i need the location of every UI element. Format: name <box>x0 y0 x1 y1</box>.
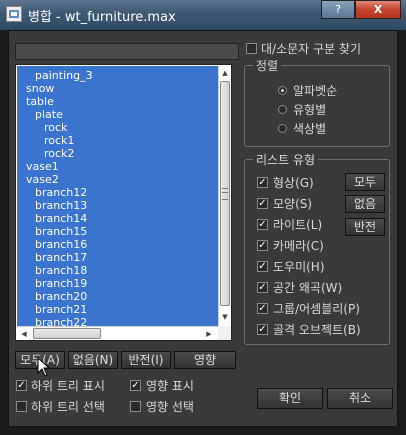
list-item[interactable]: rock <box>44 121 67 134</box>
list-item[interactable]: rock1 <box>44 134 74 147</box>
sort-option-label: 색상별 <box>293 122 327 136</box>
list-item[interactable]: table <box>26 95 54 108</box>
case-sensitive-checkbox[interactable] <box>246 43 257 54</box>
list-type-label: 골격 오브젝트(B) <box>273 323 361 337</box>
filter-input[interactable] <box>15 43 239 60</box>
show-influence-checkbox[interactable]: ✓ <box>130 380 141 391</box>
list-item[interactable]: plate <box>35 108 63 121</box>
select-influence-label: 영향 선택 <box>146 400 194 414</box>
help-button[interactable]: ? <box>321 0 355 19</box>
scroll-up-arrow-icon[interactable]: ▲ <box>219 67 231 79</box>
sort-option-label: 알파벳순 <box>293 84 338 98</box>
list-type-checkbox[interactable]: ✓ <box>257 198 268 209</box>
list-type-label: 라이트(L) <box>273 218 323 232</box>
app-icon <box>6 6 22 22</box>
show-subtree-label: 하위 트리 표시 <box>31 379 105 393</box>
list-type-checkbox[interactable]: ✓ <box>257 219 268 230</box>
types-invert-button[interactable]: 반전 <box>345 218 385 236</box>
grip-icon <box>222 188 228 200</box>
list-type-label: 카메라(C) <box>273 239 324 253</box>
list-item[interactable]: vase1 <box>26 160 59 173</box>
sort-group-title: 정렬 <box>253 57 282 74</box>
list-item[interactable]: rock2 <box>44 147 74 160</box>
select-influence-checkbox[interactable] <box>130 401 141 412</box>
invert-selection-button[interactable]: 반전(I) <box>121 351 171 369</box>
list-item[interactable]: painting_3 <box>35 69 93 82</box>
horizontal-scrollbar[interactable]: ◀ ▶ <box>17 326 218 340</box>
select-subtree-label: 하위 트리 선택 <box>31 400 105 414</box>
merge-dialog: 병합 - wt_furniture.max ? X 대/소문자 구분 찾기 pa… <box>0 0 406 435</box>
list-item[interactable]: branch21 <box>35 303 87 316</box>
window-title: 병합 - wt_furniture.max <box>28 10 176 25</box>
list-item[interactable]: branch12 <box>35 186 87 199</box>
scroll-left-arrow-icon[interactable]: ◀ <box>18 328 30 340</box>
sort-radio[interactable] <box>278 105 287 114</box>
object-list-items[interactable]: painting_3 snow table plate rock rock1 rock2 va… <box>17 66 218 326</box>
object-list[interactable]: painting_3 snow table plate rock rock1 rock2 va… <box>15 64 232 341</box>
list-item[interactable]: branch15 <box>35 225 87 238</box>
show-influence-label: 영향 표시 <box>146 379 194 393</box>
sort-option-label: 유형별 <box>293 103 327 117</box>
list-types-group: 리스트 유형 ✓ 형상(G) ✓ 모양(S) ✓ 라이트(L) ✓ 카메라(C) ✓ 도우미(H)… <box>244 151 390 345</box>
types-all-button[interactable]: 모두 <box>345 173 385 191</box>
select-none-button[interactable]: 없음(N) <box>68 351 118 369</box>
influence-button[interactable]: 영향 <box>174 351 236 369</box>
list-type-checkbox[interactable]: ✓ <box>257 303 268 314</box>
list-item[interactable]: branch16 <box>35 238 87 251</box>
list-types-group-title: 리스트 유형 <box>253 151 319 168</box>
sort-radio[interactable] <box>278 124 287 133</box>
select-subtree-checkbox[interactable] <box>16 401 27 412</box>
list-type-label: 형상(G) <box>273 176 314 190</box>
list-type-label: 모양(S) <box>273 197 313 211</box>
title-bar[interactable]: 병합 - wt_furniture.max ? X <box>0 0 406 30</box>
list-type-checkbox[interactable]: ✓ <box>257 282 268 293</box>
list-item[interactable]: snow <box>26 82 54 95</box>
list-item[interactable]: branch19 <box>35 277 87 290</box>
sort-group: 정렬 알파벳순유형별색상별 <box>244 57 390 147</box>
list-item[interactable]: branch20 <box>35 290 87 303</box>
list-item[interactable]: branch17 <box>35 251 87 264</box>
scroll-down-arrow-icon[interactable]: ▼ <box>219 311 231 323</box>
case-sensitive-label: 대/소문자 구분 찾기 <box>261 42 361 56</box>
scroll-corner <box>218 326 231 340</box>
list-type-label: 공간 왜곡(W) <box>273 281 343 295</box>
list-type-checkbox[interactable]: ✓ <box>257 177 268 188</box>
list-type-checkbox[interactable]: ✓ <box>257 240 268 251</box>
vertical-scroll-thumb[interactable] <box>220 81 230 306</box>
cancel-button[interactable]: 취소 <box>327 388 393 409</box>
mouse-cursor-icon <box>37 357 51 377</box>
list-type-label: 도우미(H) <box>273 260 325 274</box>
ok-button[interactable]: 확인 <box>257 388 323 409</box>
list-item[interactable]: vase2 <box>26 173 59 186</box>
vertical-scrollbar[interactable]: ▲ ▼ <box>218 66 231 326</box>
types-none-button[interactable]: 없음 <box>345 195 385 213</box>
list-item[interactable]: branch22 <box>35 316 87 326</box>
list-type-checkbox[interactable]: ✓ <box>257 261 268 272</box>
horizontal-scroll-thumb[interactable] <box>33 328 101 339</box>
scroll-right-arrow-icon[interactable]: ▶ <box>203 328 215 340</box>
list-item[interactable]: branch18 <box>35 264 87 277</box>
list-item[interactable]: branch14 <box>35 212 87 225</box>
list-type-label: 그룹/어셈블리(P) <box>273 302 360 316</box>
sort-radio[interactable] <box>278 86 287 95</box>
list-item[interactable]: branch13 <box>35 199 87 212</box>
show-subtree-checkbox[interactable]: ✓ <box>16 380 27 391</box>
list-type-checkbox[interactable]: ✓ <box>257 324 268 335</box>
close-button[interactable]: X <box>355 0 401 19</box>
